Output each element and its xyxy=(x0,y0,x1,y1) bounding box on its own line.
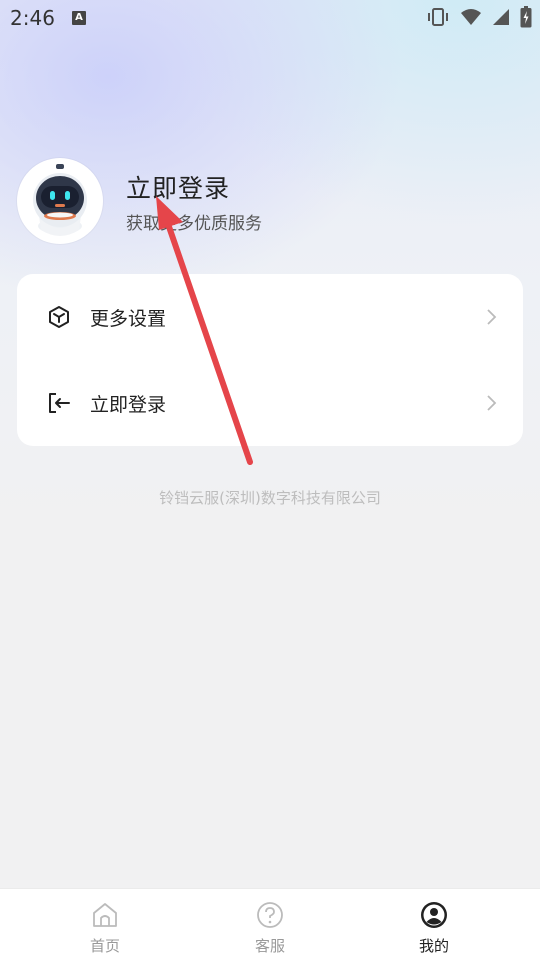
menu-item-login[interactable]: 立即登录 xyxy=(17,360,523,446)
avatar[interactable] xyxy=(17,158,103,244)
login-icon xyxy=(49,393,70,413)
wifi-icon xyxy=(461,9,481,25)
chevron-right-icon xyxy=(487,309,497,325)
signal-icon xyxy=(493,9,509,25)
login-subtitle: 获取更多优质服务 xyxy=(126,214,262,234)
status-bar: 2:46 A xyxy=(0,0,540,36)
vibrate-icon xyxy=(428,8,448,26)
page-background xyxy=(0,0,540,960)
menu-item-more-settings[interactable]: 更多设置 xyxy=(17,274,523,360)
tab-label: 我的 xyxy=(418,937,449,955)
menu-card: 更多设置 立即登录 xyxy=(17,274,523,446)
tab-home[interactable]: 首页 xyxy=(45,889,165,961)
status-time: 2:46 xyxy=(10,6,55,30)
user-icon xyxy=(421,902,447,928)
notification-a-icon: A xyxy=(72,11,86,25)
menu-item-label: 立即登录 xyxy=(90,393,167,416)
login-title[interactable]: 立即登录 xyxy=(126,169,230,205)
tab-customer-service[interactable]: 客服 xyxy=(210,889,330,961)
menu-item-label: 更多设置 xyxy=(90,307,167,330)
chevron-right-icon xyxy=(487,395,497,411)
company-name: 铃铛云服(深圳)数字科技有限公司 xyxy=(159,489,381,507)
help-icon xyxy=(257,902,283,928)
tab-mine[interactable]: 我的 xyxy=(374,889,494,961)
cube-icon xyxy=(49,306,69,328)
battery-icon xyxy=(520,6,532,28)
bottom-tab-bar: 首页 客服 我的 xyxy=(0,888,540,961)
robot-avatar-icon xyxy=(33,164,87,236)
tab-label: 客服 xyxy=(254,937,285,955)
tab-label: 首页 xyxy=(89,937,120,955)
home-icon xyxy=(93,903,117,927)
